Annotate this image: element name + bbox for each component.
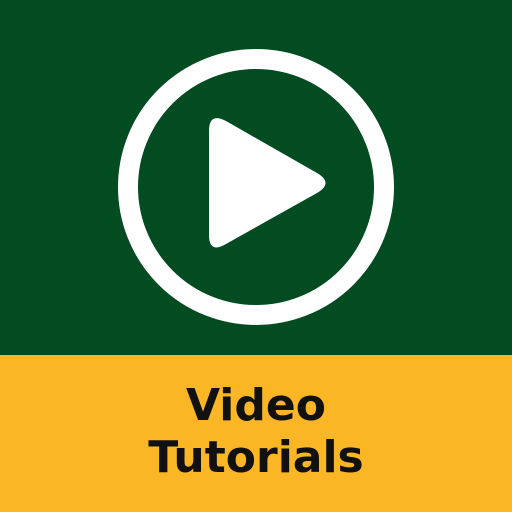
caption-line-2: Tutorials — [148, 432, 364, 483]
play-triangle — [209, 118, 326, 248]
video-tutorials-tile[interactable]: Video Tutorials — [0, 0, 512, 512]
play-circle-icon — [118, 49, 394, 325]
caption-text: Video Tutorials — [0, 380, 512, 484]
caption-line-1: Video — [186, 380, 326, 431]
